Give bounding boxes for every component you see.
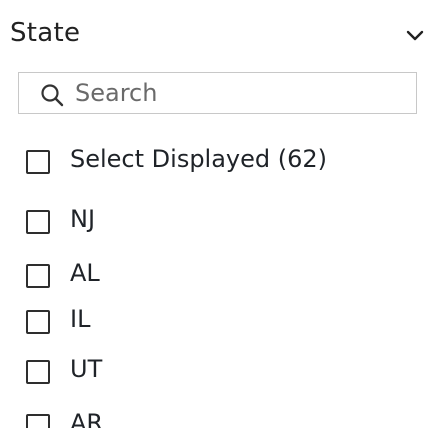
filter-header[interactable]: State (0, 0, 448, 72)
option-row[interactable]: UT (0, 352, 448, 390)
chevron-down-icon[interactable] (404, 24, 426, 46)
option-label: NJ (70, 205, 96, 233)
select-displayed-label: Select Displayed (62) (70, 145, 328, 173)
option-checkbox[interactable] (26, 264, 50, 288)
option-row[interactable]: AR (0, 408, 448, 428)
option-row[interactable]: NJ (0, 202, 448, 240)
option-row[interactable]: AL (0, 256, 448, 294)
option-checkbox[interactable] (26, 210, 50, 234)
option-checkbox[interactable] (26, 414, 50, 428)
option-label: AL (70, 259, 100, 287)
option-label: AR (70, 409, 104, 428)
option-checkbox[interactable] (26, 360, 50, 384)
option-checkbox[interactable] (26, 310, 50, 334)
option-row[interactable]: IL (0, 302, 448, 340)
select-displayed-checkbox[interactable] (26, 150, 50, 174)
option-label: IL (70, 305, 91, 333)
search-box[interactable] (18, 72, 417, 114)
select-displayed-row[interactable]: Select Displayed (62) (0, 140, 448, 178)
search-input[interactable] (75, 77, 405, 109)
search-icon (41, 84, 64, 107)
filter-title: State (10, 18, 81, 48)
option-label: UT (70, 355, 103, 383)
